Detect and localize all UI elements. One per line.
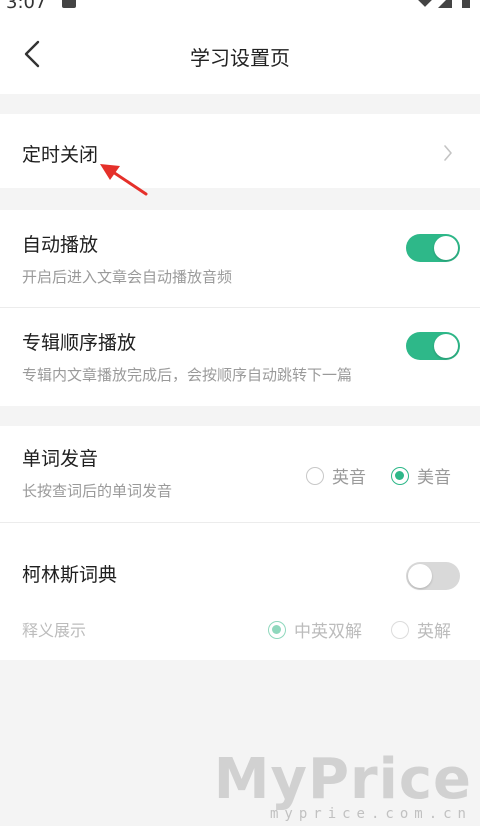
- page-title: 学习设置页: [190, 46, 290, 70]
- radio-unchecked-icon: [391, 620, 409, 639]
- status-time: 3:07: [6, 0, 47, 13]
- album-order-label: 专辑顺序播放: [22, 332, 137, 354]
- notification-icon: [62, 0, 76, 8]
- divider: [0, 522, 480, 523]
- chevron-right-icon: [444, 145, 452, 161]
- annotation-arrow-icon: [100, 164, 148, 196]
- playback-settings-card: 自动播放 开启后进入文章会自动播放音频 专辑顺序播放 专辑内文章播放完成后，会按…: [0, 210, 480, 406]
- word-pronunciation-description: 长按查词后的单词发音: [22, 482, 173, 500]
- auto-play-description: 开启后进入文章会自动播放音频: [22, 268, 233, 286]
- radio-checked-icon: [268, 620, 286, 639]
- pronunciation-option-uk[interactable]: 英音: [306, 463, 366, 488]
- word-pronunciation-label: 单词发音: [22, 448, 99, 470]
- status-bar: 3:07: [0, 0, 480, 14]
- album-order-toggle[interactable]: [406, 332, 460, 360]
- auto-play-label: 自动播放: [22, 234, 99, 256]
- pronunciation-option-uk-label: 英音: [332, 468, 366, 488]
- definition-display-label: 释义展示: [22, 621, 87, 640]
- toggle-knob: [434, 236, 458, 260]
- pronunciation-option-us[interactable]: 美音: [391, 463, 451, 488]
- definition-option-bilingual[interactable]: 中英双解: [268, 617, 362, 642]
- definition-option-bilingual-label: 中英双解: [294, 622, 362, 642]
- collins-dictionary-toggle[interactable]: [406, 562, 460, 590]
- signal-icon: [438, 0, 452, 8]
- definition-option-english[interactable]: 英解: [391, 617, 451, 642]
- radio-checked-icon: [391, 466, 409, 485]
- toggle-knob: [434, 334, 458, 358]
- auto-play-toggle[interactable]: [406, 234, 460, 262]
- dictionary-settings-card: 单词发音 长按查词后的单词发音 英音 美音 柯林斯词典 释义展示 中英双解 英解: [0, 426, 480, 660]
- album-order-description: 专辑内文章播放完成后，会按顺序自动跳转下一篇: [22, 366, 353, 384]
- radio-unchecked-icon: [306, 466, 324, 485]
- collins-dictionary-label: 柯林斯词典: [22, 564, 118, 586]
- divider: [0, 307, 480, 308]
- timer-close-row[interactable]: 定时关闭: [0, 114, 480, 188]
- pronunciation-option-us-label: 美音: [417, 468, 451, 488]
- watermark: MyPrice myprice.com.cn: [213, 747, 472, 823]
- definition-option-english-label: 英解: [417, 622, 451, 642]
- watermark-brand: MyPrice: [213, 747, 472, 812]
- wifi-icon: [415, 0, 435, 7]
- header-bar: 学习设置页: [0, 14, 480, 94]
- battery-icon: [462, 0, 470, 8]
- timer-close-label: 定时关闭: [22, 144, 99, 166]
- toggle-knob: [408, 564, 432, 588]
